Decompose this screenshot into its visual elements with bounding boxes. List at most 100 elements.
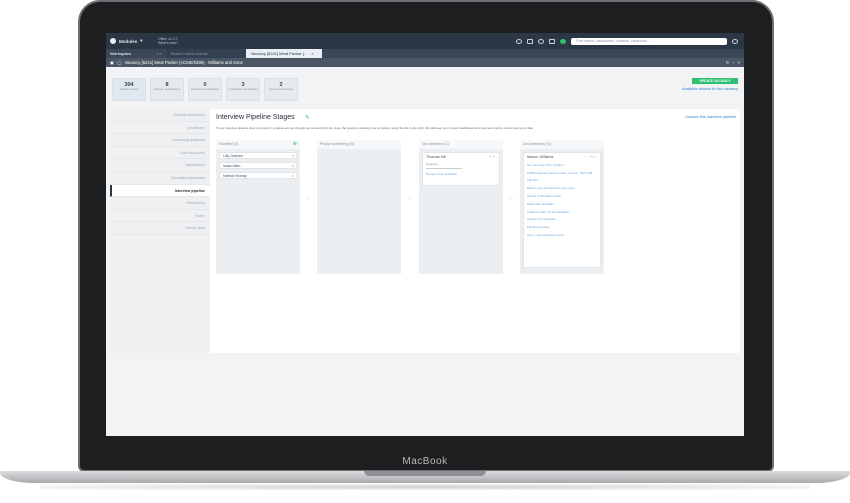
minimize-icon[interactable]: – <box>732 60 734 65</box>
candidate-card[interactable]: Mason Williams ▫✎× Sun 31st July 2016 10… <box>523 152 601 268</box>
calendar-icon[interactable] <box>549 38 555 44</box>
record-title-bar: ▣ ◯ Vacancy [5241] Meat Packer (ACME/039… <box>106 58 744 67</box>
status-text: Rejected <box>426 162 438 166</box>
sidebar-item[interactable]: Auto responder <box>110 147 210 160</box>
card-icons[interactable]: ▫✎× <box>487 155 496 159</box>
screen: Modules ▾ Office v1.2.7 What's new? Find… <box>106 33 744 436</box>
stat-label: submitted candidates <box>190 87 220 91</box>
candidate-action-link[interactable]: Create an offer for this candidate <box>527 210 597 214</box>
stat-tile[interactable]: 304 website views <box>112 78 146 101</box>
content-panel: General information Advertisers Screening … <box>110 109 740 353</box>
candidate-card[interactable]: Lilly Graham × <box>219 152 297 159</box>
arrow-right-icon: → <box>305 195 311 201</box>
whats-new-link[interactable]: What's new? <box>158 41 178 45</box>
stats-row: 304 website views 8 website applications 0 su… <box>112 78 298 101</box>
update-vacancy-button[interactable]: UPDATE VACANCY <box>692 78 738 84</box>
candidate-action-link[interactable]: Add files <box>527 178 597 182</box>
stat-label: booked interviews <box>268 87 293 91</box>
stage-header: Shortlist (3) ⊕ <box>216 140 300 149</box>
status-icon: ◯ <box>116 60 122 65</box>
add-candidate-icon[interactable]: ⊕ <box>293 140 297 149</box>
stat-label: website applications <box>153 87 181 91</box>
sidebar-item[interactable]: Interview pipeline <box>110 184 210 198</box>
tab-vacancy[interactable]: Vacancy [5241] Meat Packer (... × <box>245 49 322 58</box>
stage-header: 1st interview (1) <box>419 140 503 149</box>
candidate-action-link[interactable]: Edit this interview <box>527 225 597 229</box>
candidate-name: Isaac Allen <box>223 164 241 168</box>
stage-title: Shortlist (3) <box>219 142 239 146</box>
stage-title: 2nd interview (1) <box>523 142 552 146</box>
edit-pencil-icon[interactable]: ✎ <box>305 115 310 121</box>
modules-menu[interactable]: Modules ▾ <box>106 38 158 44</box>
sidebar-item[interactable]: Notes <box>110 210 210 223</box>
stage-header: Phone screening (0) <box>317 140 401 149</box>
candidate-card[interactable]: Nathan Murray × <box>219 172 297 179</box>
workspace-menu[interactable]: Workspace <box>106 51 152 56</box>
remove-icon[interactable]: × <box>292 173 294 179</box>
sidebar-item[interactable]: Submitted candidates <box>110 172 210 185</box>
sidebar-item[interactable]: General information <box>110 109 210 122</box>
stage-title: Phone screening (0) <box>320 142 355 146</box>
tab-search-label: Search within results <box>170 51 208 56</box>
sidebar-item[interactable]: Applications <box>110 159 210 172</box>
notifications-bell-icon[interactable] <box>516 38 522 44</box>
reopen-candidate-link[interactable]: Re-open this candidate <box>426 172 496 176</box>
unshow-pipeline-link[interactable]: Unshow this interview pipeline <box>685 115 736 119</box>
interview-pipeline: Interview Pipeline Stages ✎ Unshow this … <box>216 109 736 353</box>
remove-icon[interactable]: × <box>292 153 294 159</box>
candidate-name: Lilly Graham <box>223 154 244 158</box>
card-icons[interactable]: ▫✎× <box>588 155 597 159</box>
remove-icon[interactable]: × <box>292 163 294 169</box>
stat-tile[interactable]: 3 shortlisted candidates <box>226 78 260 101</box>
history-icon[interactable] <box>538 38 544 44</box>
candidate-action-link[interactable]: Send a confirmation email <box>527 194 597 198</box>
record-icon: ▣ <box>110 60 114 65</box>
candidate-action-link[interactable]: Sun 31st July 2016 10.30pm <box>527 163 597 167</box>
workspace-label: Workspace <box>110 51 132 56</box>
modules-label: Modules <box>119 38 138 44</box>
candidate-card[interactable]: Thomas Hill ▫✎× Rejected Re-open this ca… <box>422 152 500 186</box>
user-avatar-icon[interactable] <box>732 38 738 44</box>
close-window-icon[interactable]: × <box>738 60 740 65</box>
arrows-icon: ‹ › <box>157 51 161 56</box>
global-search-input[interactable]: Find clients, candidates, contacts, vaca… <box>571 37 727 45</box>
tab-nav-arrows[interactable]: ‹ › <box>152 49 166 58</box>
candidate-action-link[interactable]: Open / edit candidate record <box>527 233 597 237</box>
sidebar-item[interactable]: Advertisers <box>110 122 210 135</box>
pipeline-info-text: If your interview pipeline does not resu… <box>216 126 533 130</box>
stage-phone-screening: Phone screening (0) <box>317 140 401 274</box>
office-version[interactable]: Office v1.2.7 What's new? <box>158 37 178 45</box>
candidate-action-link[interactable]: Reject this candidate <box>527 202 597 206</box>
candidate-action-link[interactable]: Book a second stage interview round <box>527 186 597 190</box>
candidate-action-link[interactable]: 118 Birmingham Road, London, London, SW1… <box>527 171 597 175</box>
divider <box>426 168 462 169</box>
laptop-notch <box>364 471 486 476</box>
candidate-card[interactable]: Isaac Allen × <box>219 162 297 169</box>
candidate-actions: Sun 31st July 2016 10.30pm 118 Birmingham… <box>527 163 597 237</box>
add-icon[interactable] <box>560 38 566 44</box>
refresh-icon[interactable]: ↻ <box>726 60 730 65</box>
stat-tile[interactable]: 2 booked interviews <box>264 78 298 101</box>
chevron-down-icon: ▾ <box>140 38 143 43</box>
stat-tile[interactable]: 8 website applications <box>150 78 184 101</box>
keyboard-icon[interactable] <box>527 38 533 44</box>
macbook-frame: MacBook Modules ▾ Office v1.2.7 What's n… <box>0 0 850 503</box>
candidate-action-link[interactable]: Contact this candidate <box>527 217 597 221</box>
candidate-name: Thomas Hill <box>426 155 447 159</box>
available-actions-link[interactable]: Available actions for this vacancy <box>669 87 738 91</box>
record-title: Vacancy [5241] Meat Packer (ACME/0396) -… <box>124 60 243 65</box>
sidebar-item[interactable]: Screening questions <box>110 134 210 147</box>
app-logo-icon <box>110 38 116 44</box>
tab-search[interactable]: Search within results <box>165 49 246 58</box>
close-icon[interactable]: × <box>311 51 313 56</box>
stage-1st-interview: 1st interview (1) Thomas Hill ▫✎× Reject… <box>419 140 503 274</box>
stage-shortlist: Shortlist (3) ⊕ Lilly Graham × Isaac Alle… <box>216 140 300 274</box>
top-bar: Modules ▾ Office v1.2.7 What's new? Find… <box>106 33 744 49</box>
sidebar-item[interactable]: Record links <box>110 222 210 235</box>
candidate-name: Nathan Murray <box>223 174 247 178</box>
top-icons: Find clients, candidates, contacts, vaca… <box>516 37 744 45</box>
sidebar-item[interactable]: Placements <box>110 197 210 210</box>
stage-2nd-interview: 2nd interview (1) Mason Williams ▫✎× Sun… <box>520 140 604 274</box>
stat-label: shortlisted candidates <box>228 87 258 91</box>
stat-tile[interactable]: 0 submitted candidates <box>188 78 222 101</box>
